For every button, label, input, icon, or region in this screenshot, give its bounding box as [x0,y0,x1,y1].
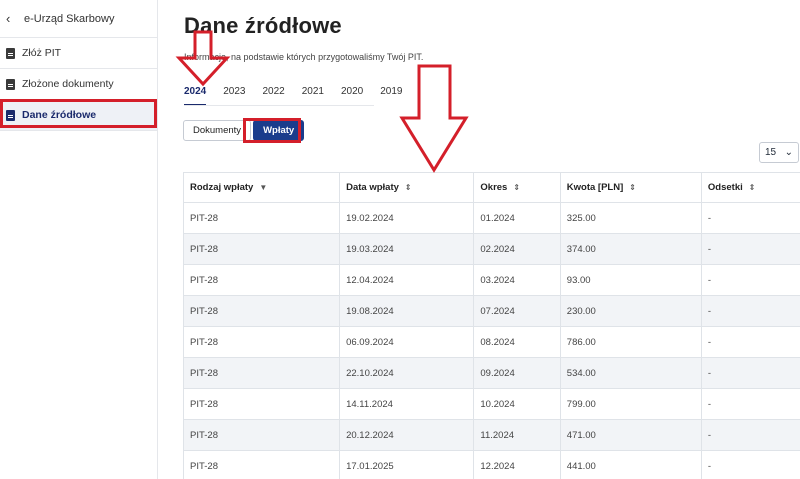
table-cell: 14.11.2024 [339,388,475,420]
highlight-box-payments [243,118,301,143]
table-cell: 08.2024 [473,326,561,358]
table-cell: 17.01.2025 [339,450,475,479]
sort-icon: ⇕ [748,183,756,192]
sidebar-item-label: Złożone dokumenty [22,78,114,90]
table-cell: 799.00 [559,388,702,420]
table-cell: 12.04.2024 [339,264,475,296]
table-cell: PIT-28 [182,357,341,389]
tab-year-2020[interactable]: 2020 [341,82,363,106]
table-cell: PIT-28 [182,419,341,451]
sort-icon: ⇕ [513,183,521,192]
document-icon [6,47,15,59]
table-cell: PIT-28 [182,295,341,327]
table-cell: 93.00 [559,264,702,296]
table-cell: 534.00 [559,357,702,389]
table-cell: - [700,233,800,265]
table-cell: - [700,295,800,327]
sidebar-header[interactable]: ‹ e-Urząd Skarbowy [0,0,157,38]
table-cell: 11.2024 [473,419,561,451]
chevron-down-icon: ⌄ [784,147,793,158]
table-cell: - [700,419,800,451]
column-header-kwota[interactable]: Kwota [PLN] ⇕ [559,172,702,203]
tab-year-2022[interactable]: 2022 [263,82,285,106]
table-cell: 06.09.2024 [339,326,475,358]
sort-icon: ⇕ [404,183,412,192]
table-body: PIT-28 19.02.2024 01.2024 325.00- PIT-28 19.0… [182,202,800,479]
tab-year-2019[interactable]: 2019 [380,82,402,106]
chevron-left-icon[interactable]: ‹ [6,11,20,26]
payments-table: Rodzaj wpłaty ▼ Data wpłaty ⇕ Okres ⇕ Kwota… [182,172,800,479]
table-cell: PIT-28 [182,233,341,265]
table-cell: 441.00 [559,450,702,479]
table-cell: - [700,388,800,420]
table-cell: 12.2024 [473,450,561,479]
table-cell: 19.08.2024 [339,295,475,327]
table-cell: - [700,202,800,234]
table-cell: PIT-28 [182,264,341,296]
page-size-select[interactable]: 15 ⌄ [759,142,799,163]
table-row: PIT-28 19.03.2024 02.2024 374.00- [182,233,800,265]
table-cell: 07.2024 [473,295,561,327]
sidebar-item-zlozone-dokumenty[interactable]: Złożone dokumenty [0,69,157,100]
table-cell: 786.00 [559,326,702,358]
table-cell: 22.10.2024 [339,357,475,389]
sidebar-item-zloz-pit[interactable]: Złóż PIT [0,38,157,69]
table-row: PIT-28 19.08.2024 07.2024 230.00- [182,295,800,327]
table-cell: 09.2024 [473,357,561,389]
column-header-rodzaj[interactable]: Rodzaj wpłaty ▼ [182,172,341,203]
table-row: PIT-28 20.12.2024 11.2024 471.00- [182,419,800,451]
sort-desc-icon: ▼ [259,183,268,192]
table-row: PIT-28 06.09.2024 08.2024 786.00- [182,326,800,358]
table-cell: 01.2024 [473,202,561,234]
sort-icon: ⇕ [629,183,636,192]
table-cell: - [700,357,800,389]
table-cell: 471.00 [559,419,702,451]
year-tabs: 2024 2023 2022 2021 2020 2019 [184,82,420,106]
page-size-value: 15 [765,147,777,158]
highlight-box-sidebar [0,99,157,128]
page-title: Dane źródłowe [184,13,342,38]
tab-year-2023[interactable]: 2023 [223,82,245,106]
tab-year-2024[interactable]: 2024 [184,82,207,106]
table-cell: 19.03.2024 [339,233,475,265]
tabs-divider [184,105,374,106]
sidebar-item-label: Złóż PIT [22,47,62,59]
table-cell: 02.2024 [473,233,561,265]
table-row: PIT-28 12.04.2024 03.2024 93.00- [182,264,800,296]
column-header-data[interactable]: Data wpłaty ⇕ [339,172,475,203]
table-cell: PIT-28 [182,326,341,358]
table-cell: PIT-28 [182,388,341,420]
table-cell: 230.00 [559,295,702,327]
table-cell: - [700,326,800,358]
document-icon [6,78,15,90]
app-title: e-Urząd Skarbowy [24,12,115,25]
table-cell: PIT-28 [182,202,341,234]
table-cell: - [700,450,800,479]
table-cell: 19.02.2024 [339,202,475,234]
table-cell: 325.00 [559,202,702,234]
table-cell: 20.12.2024 [339,419,475,451]
table-row: PIT-28 17.01.2025 12.2024 441.00- [182,450,800,479]
column-header-odsetki[interactable]: Odsetki ⇕ [700,172,800,203]
table-cell: - [700,264,800,296]
table-row: PIT-28 14.11.2024 10.2024 799.00- [182,388,800,420]
table-header-row: Rodzaj wpłaty ▼ Data wpłaty ⇕ Okres ⇕ Kwota… [182,172,800,203]
documents-button[interactable]: Dokumenty [183,120,252,141]
page-subtitle: Informacje, na podstawie których przygot… [184,52,424,62]
table-row: PIT-28 19.02.2024 01.2024 325.00- [182,202,800,234]
table-cell: 374.00 [559,233,702,265]
main-content: Dane źródłowe Informacje, na podstawie k… [159,0,800,479]
table-row: PIT-28 22.10.2024 09.2024 534.00- [182,357,800,389]
column-header-okres[interactable]: Okres ⇕ [473,172,561,203]
table-cell: PIT-28 [182,450,341,479]
table-cell: 10.2024 [473,388,561,420]
tab-year-2021[interactable]: 2021 [302,82,324,106]
sidebar: ‹ e-Urząd Skarbowy Złóż PIT Złożone doku… [0,0,158,479]
table-cell: 03.2024 [473,264,561,296]
